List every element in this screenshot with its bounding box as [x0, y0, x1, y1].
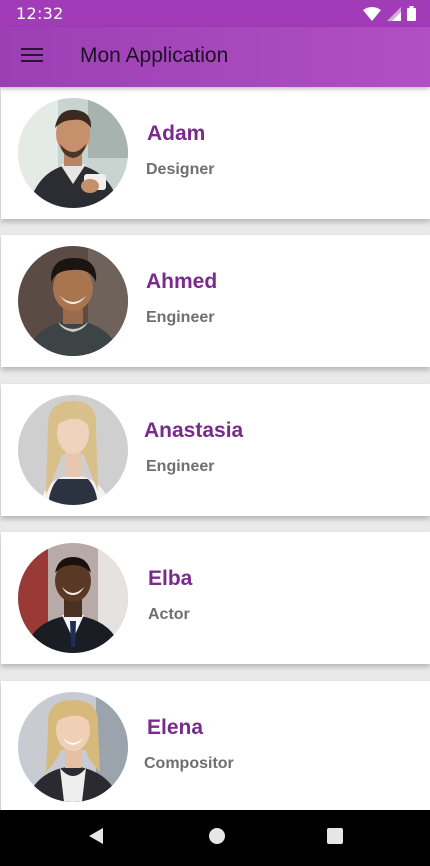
avatar	[18, 98, 128, 208]
contact-role: Designer	[146, 161, 215, 178]
contact-name: Elba	[148, 567, 193, 590]
back-button[interactable]	[82, 824, 110, 852]
contact-name: Anastasia	[144, 419, 244, 442]
status-time: 12:32	[16, 4, 64, 23]
status-icons	[363, 6, 416, 21]
signal-icon	[387, 6, 401, 21]
avatar	[18, 246, 128, 356]
contact-role: Compositor	[144, 755, 234, 772]
contact-card-elena[interactable]: Elena Compositor	[1, 681, 430, 813]
app-bar: Mon Application	[0, 27, 430, 87]
contact-card-ahmed[interactable]: Ahmed Engineer	[1, 235, 430, 367]
back-icon	[87, 827, 105, 850]
avatar	[18, 395, 128, 505]
battery-icon	[407, 6, 416, 21]
home-button[interactable]	[203, 824, 231, 852]
phone-screen: 12:32 Mon Application Adam Designer Ahme…	[0, 0, 430, 866]
contact-name: Elena	[147, 716, 204, 739]
avatar	[18, 543, 128, 653]
wifi-icon	[363, 6, 381, 21]
status-bar: 12:32	[0, 0, 430, 27]
avatar	[18, 692, 128, 802]
contact-card-elba[interactable]: Elba Actor	[1, 532, 430, 664]
navigation-bar	[0, 810, 430, 866]
contact-role: Engineer	[146, 309, 215, 326]
contact-name: Adam	[147, 122, 206, 145]
contact-role: Engineer	[146, 458, 215, 475]
contact-name: Ahmed	[146, 270, 218, 293]
recents-icon	[326, 827, 344, 850]
contact-role: Actor	[148, 606, 190, 623]
contact-card-anastasia[interactable]: Anastasia Engineer	[1, 384, 430, 516]
hamburger-menu-icon	[21, 47, 43, 68]
recents-button[interactable]	[321, 824, 349, 852]
home-icon	[208, 827, 226, 850]
menu-button[interactable]	[10, 35, 54, 79]
contact-card-adam[interactable]: Adam Designer	[1, 87, 430, 219]
app-title: Mon Application	[80, 44, 229, 67]
